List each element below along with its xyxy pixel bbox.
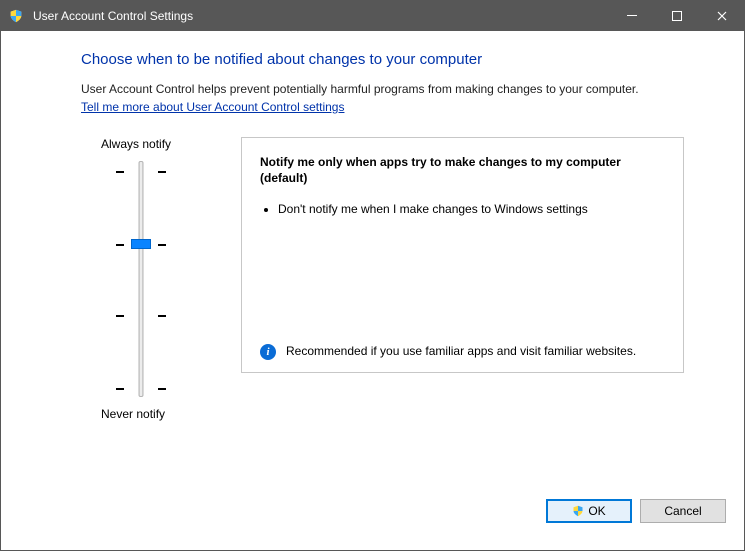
cancel-button[interactable]: Cancel xyxy=(640,499,726,523)
slider-label-top: Always notify xyxy=(81,137,171,151)
panel-footer-text: Recommended if you use familiar apps and… xyxy=(286,343,636,359)
description-text: User Account Control helps prevent poten… xyxy=(81,82,684,115)
panel-title: Notify me only when apps try to make cha… xyxy=(260,154,665,186)
description-panel: Notify me only when apps try to make cha… xyxy=(241,137,684,373)
cancel-button-label: Cancel xyxy=(664,504,701,518)
description-line: User Account Control helps prevent poten… xyxy=(81,82,639,96)
slider-tick xyxy=(116,171,166,173)
info-icon: i xyxy=(260,344,276,360)
learn-more-link[interactable]: Tell me more about User Account Control … xyxy=(81,100,344,116)
ok-button[interactable]: OK xyxy=(546,499,632,523)
page-heading: Choose when to be notified about changes… xyxy=(81,51,684,68)
button-row: OK Cancel xyxy=(1,486,744,550)
uac-shield-icon xyxy=(9,9,23,23)
notification-slider[interactable] xyxy=(116,161,166,397)
uac-shield-icon xyxy=(572,505,584,517)
slider-track xyxy=(139,161,144,397)
panel-bullet: Don't notify me when I make changes to W… xyxy=(278,201,665,217)
slider-tick xyxy=(116,388,166,390)
minimize-button[interactable] xyxy=(609,1,654,31)
ok-button-label: OK xyxy=(588,504,605,518)
panel-bullet-list: Don't notify me when I make changes to W… xyxy=(260,201,665,223)
titlebar[interactable]: User Account Control Settings xyxy=(1,1,744,31)
slider-label-bottom: Never notify xyxy=(81,407,165,421)
content-area: Choose when to be notified about changes… xyxy=(1,31,744,486)
panel-footer: i Recommended if you use familiar apps a… xyxy=(260,335,665,360)
maximize-button[interactable] xyxy=(654,1,699,31)
window-title: User Account Control Settings xyxy=(33,9,193,23)
close-button[interactable] xyxy=(699,1,744,31)
uac-settings-window: User Account Control Settings Choose whe… xyxy=(0,0,745,551)
slider-column: Always notify Never notify xyxy=(81,137,201,421)
slider-tick xyxy=(116,315,166,317)
slider-thumb[interactable] xyxy=(131,239,151,249)
